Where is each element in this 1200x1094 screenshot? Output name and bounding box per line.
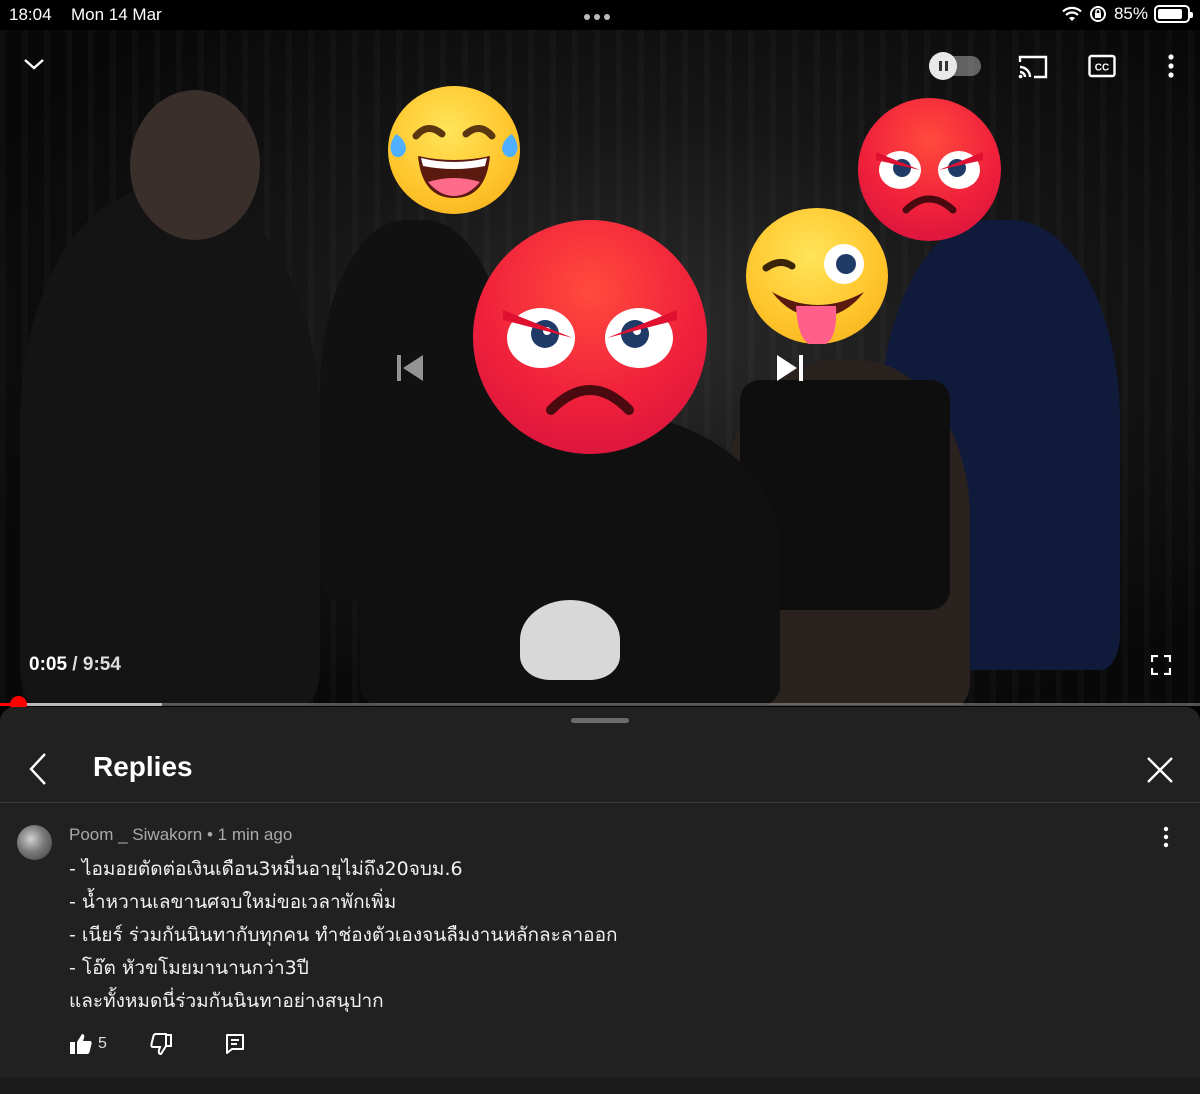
drag-handle[interactable] <box>571 718 629 723</box>
previous-video-button[interactable] <box>390 348 430 388</box>
comment-author[interactable]: Poom _ Siwakorn <box>69 825 202 844</box>
next-video-button[interactable] <box>770 348 810 388</box>
cast-button[interactable] <box>1015 52 1051 82</box>
plush-bear <box>520 600 620 680</box>
chevron-down-icon <box>24 59 44 70</box>
like-button[interactable] <box>69 1032 93 1056</box>
fullscreen-button[interactable] <box>1146 650 1176 680</box>
replies-title: Replies <box>93 751 193 782</box>
cc-icon: CC <box>1088 54 1116 78</box>
comment-more-button[interactable] <box>1155 824 1177 850</box>
tears-of-joy-emoji <box>388 86 520 214</box>
status-time: 18:04 <box>9 5 52 24</box>
chevron-left-icon <box>29 753 46 785</box>
dislike-button[interactable] <box>149 1032 173 1056</box>
meta-separator: • <box>202 825 218 844</box>
status-bar: 18:04 Mon 14 Mar 85% <box>0 0 1200 30</box>
autoplay-toggle[interactable] <box>928 52 982 80</box>
comment-timestamp: 1 min ago <box>217 825 293 844</box>
wifi-icon <box>1062 6 1082 21</box>
close-icon <box>1147 757 1173 783</box>
comment-line: - น้ำหวานเลขานศจบใหม่ขอเวลาพักเพิ่ม <box>69 891 397 913</box>
bottom-strip <box>0 1078 1200 1094</box>
angry-face-emoji <box>473 220 707 454</box>
comment-line: - เนียร์ ร่วมกันนินทากับทุกคน ทำช่องตัวเ… <box>69 924 618 946</box>
more-options-button[interactable] <box>1160 52 1182 80</box>
time-separator: / <box>67 654 83 675</box>
battery-percent: 85% <box>1113 4 1148 23</box>
battery-fill <box>1158 9 1182 19</box>
svg-text:CC: CC <box>1095 63 1109 74</box>
close-button[interactable] <box>1143 753 1177 787</box>
video-player[interactable]: CC 0:05 / 9:54 <box>0 30 1200 705</box>
captions-button[interactable]: CC <box>1087 52 1117 80</box>
battery-icon <box>1154 5 1193 23</box>
progress-track <box>0 703 1200 706</box>
previous-icon <box>397 355 423 381</box>
time-readout: 0:05 / 9:54 <box>29 654 121 676</box>
replies-panel: Replies Poom _ Siwakorn • 1 min ago - ไอ… <box>0 707 1200 1094</box>
minimize-player-button[interactable] <box>18 50 50 78</box>
status-date: Mon 14 Mar <box>71 5 162 24</box>
back-button[interactable] <box>24 751 54 787</box>
video-person-face <box>130 90 260 240</box>
next-icon <box>777 355 803 381</box>
replies-header: Replies <box>0 737 1200 803</box>
duration: 9:54 <box>82 654 121 675</box>
winking-tongue-emoji <box>746 208 888 344</box>
comment-actions: 5 <box>69 1032 269 1058</box>
comment-meta: Poom _ Siwakorn • 1 min ago <box>69 825 292 845</box>
more-vert-icon <box>1168 54 1174 78</box>
comment-icon <box>226 1034 244 1054</box>
reply-comment: Poom _ Siwakorn • 1 min ago - ไอมอยตัดต่… <box>0 804 1200 1094</box>
thumbs-up-icon <box>70 1034 92 1054</box>
comment-line: และทั้งหมดนี่ร่วมกันนินทาอย่างสนุปาก <box>69 990 384 1012</box>
avatar[interactable] <box>17 825 52 860</box>
pause-icon <box>929 52 957 80</box>
reply-button[interactable] <box>223 1032 247 1056</box>
comment-body: - ไอมอยตัดต่อเงินเดือน3หมื่นอายุไม่ถึง20… <box>69 853 1149 1018</box>
like-count: 5 <box>98 1035 107 1052</box>
status-indicators: 85% <box>1062 4 1193 24</box>
more-vert-icon <box>1163 826 1169 848</box>
multitasking-dots-icon[interactable] <box>584 14 610 20</box>
fullscreen-icon <box>1151 655 1171 675</box>
video-person <box>20 190 320 705</box>
current-time: 0:05 <box>29 654 68 675</box>
orientation-lock-icon <box>1089 6 1106 22</box>
cast-icon <box>1018 55 1048 79</box>
thumbs-down-icon <box>150 1033 172 1056</box>
comment-line: - ไอมอยตัดต่อเงินเดือน3หมื่นอายุไม่ถึง20… <box>69 858 463 880</box>
comment-line: - โอ๊ต หัวขโมยมานานกว่า3ปี <box>69 957 309 979</box>
autoplay-track <box>929 52 981 80</box>
